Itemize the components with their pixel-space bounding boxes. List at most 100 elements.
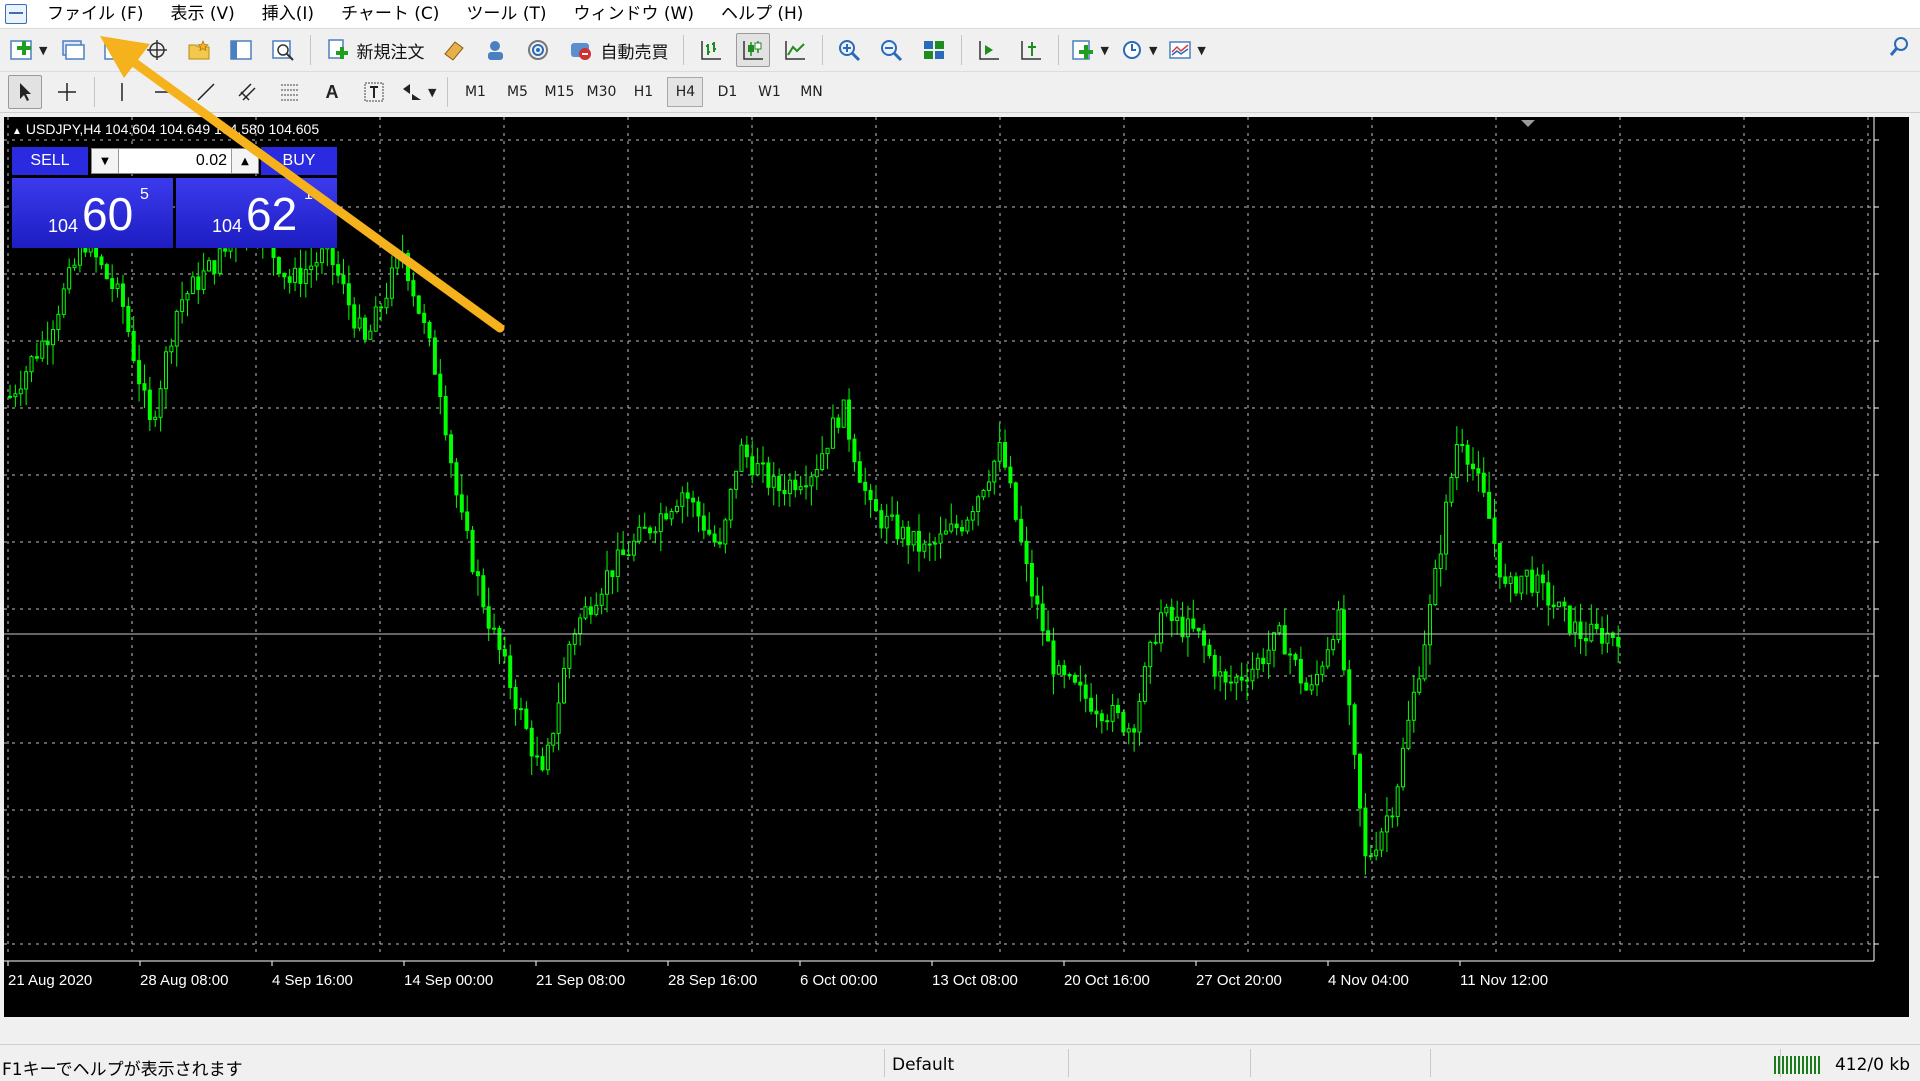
candle-body (303, 269, 308, 284)
buy-price-button[interactable]: 104 62 1 (176, 178, 337, 248)
text-button[interactable]: A (315, 75, 349, 109)
menu-window[interactable]: ウィンドウ (W) (561, 0, 708, 28)
terminal-button[interactable] (224, 33, 258, 67)
candle-body (561, 667, 566, 704)
sell-price-button[interactable]: 104 60 5 (12, 178, 173, 248)
cursor-button[interactable] (8, 75, 42, 109)
strategy-tester-button[interactable] (266, 33, 300, 67)
vertical-line-button[interactable] (105, 75, 139, 109)
templates-button[interactable]: ▼ (1166, 33, 1206, 67)
candle-body (1083, 684, 1088, 699)
navigator-button[interactable] (182, 33, 216, 67)
candle-body (110, 278, 115, 290)
candle-body (540, 756, 545, 771)
menu-tools[interactable]: ツール (T) (454, 0, 561, 28)
chevron-down-icon[interactable]: ▼ (39, 44, 47, 57)
candle-body (1540, 574, 1545, 584)
menu-insert[interactable]: 挿入(I) (250, 0, 329, 28)
candle-body (518, 708, 523, 711)
time-axis-label: 14 Sep 00:00 (404, 972, 493, 989)
candlestick-chart[interactable]: 21 Aug 2020 28 Aug 08:00 4 Sep 16:00 14 Sep… (4, 117, 1909, 1017)
candle-body (1476, 468, 1481, 474)
timeframe-mn[interactable]: MN (793, 77, 829, 107)
autotrading-button[interactable]: 自動売買 (563, 33, 673, 67)
candle-body (1110, 704, 1115, 722)
sell-price-prefix: 104 (48, 216, 79, 236)
crosshair-button[interactable] (50, 75, 84, 109)
candle-body (1449, 476, 1454, 503)
metaeditor-button[interactable] (437, 33, 471, 67)
candle-body (1121, 711, 1126, 733)
tile-windows-button[interactable] (917, 33, 951, 67)
menu-view[interactable]: 表示 (V) (158, 0, 249, 28)
candle-body (1406, 719, 1411, 749)
auto-scroll-button[interactable] (972, 33, 1006, 67)
timeframe-h1[interactable]: H1 (625, 77, 661, 107)
candle-body (1411, 691, 1416, 721)
volume-input[interactable]: 0.02 (119, 152, 231, 170)
equidistant-channel-button[interactable] (231, 75, 265, 109)
indicators-button[interactable]: ▼ (1069, 33, 1109, 67)
profiles-button[interactable] (56, 33, 90, 67)
timeframe-m30[interactable]: M30 (583, 77, 619, 107)
candle-body (642, 526, 647, 529)
candle-body (459, 494, 464, 513)
fibonacci-button[interactable] (273, 75, 307, 109)
text-label-button[interactable] (357, 75, 391, 109)
candle-body (293, 267, 298, 283)
search-icon[interactable] (1888, 36, 1910, 62)
candle-body (56, 313, 61, 331)
candle-body (513, 686, 518, 710)
magnifier-chart-icon (272, 40, 295, 61)
candle-body (336, 264, 341, 276)
periods-button[interactable]: ▼ (1118, 33, 1158, 67)
new-order-button[interactable]: 新規注文 (321, 33, 429, 67)
volume-field[interactable]: ▼ 0.02 ▲ (91, 148, 259, 174)
triangle-up-icon[interactable]: ▲ (12, 126, 22, 137)
chevron-down-icon[interactable]: ▼ (1100, 44, 1108, 57)
bar-chart-button[interactable] (694, 33, 728, 67)
zoom-in-button[interactable] (833, 33, 867, 67)
horizontal-line-button[interactable] (147, 75, 181, 109)
sell-button[interactable]: SELL (12, 147, 88, 175)
menu-file[interactable]: ファイル (F) (35, 0, 158, 28)
candle-body (970, 511, 975, 521)
candle-body (1487, 491, 1492, 519)
candle-body (1336, 609, 1341, 641)
zoom-out-icon (881, 40, 903, 62)
trendline-button[interactable] (189, 75, 223, 109)
price-chart[interactable]: 21 Aug 2020 28 Aug 08:00 4 Sep 16:00 14 Sep… (4, 117, 1909, 1017)
menu-chart[interactable]: チャート (C) (329, 0, 454, 28)
chevron-down-icon[interactable]: ▼ (428, 86, 436, 99)
candle-body (180, 299, 185, 312)
zoom-out-button[interactable] (875, 33, 909, 67)
menu-help[interactable]: ヘルプ (H) (709, 0, 818, 28)
line-chart-button[interactable] (778, 33, 812, 67)
signals-button[interactable] (521, 33, 555, 67)
volume-increase-button[interactable]: ▲ (231, 149, 258, 173)
candle-body (836, 417, 841, 428)
timeframe-w1[interactable]: W1 (751, 77, 787, 107)
timeframe-d1[interactable]: D1 (709, 77, 745, 107)
community-button[interactable] (479, 33, 513, 67)
chevron-down-icon[interactable]: ▼ (1149, 44, 1157, 57)
market-watch-button[interactable] (98, 33, 132, 67)
timeframe-m1[interactable]: M1 (457, 77, 493, 107)
arrows-button[interactable]: ▼ (399, 75, 437, 109)
timeframe-m15[interactable]: M15 (541, 77, 577, 107)
app-icon[interactable] (5, 4, 27, 24)
candlestick-button[interactable] (736, 33, 771, 67)
chevron-down-icon[interactable]: ▼ (1197, 44, 1205, 57)
timeframe-m5[interactable]: M5 (499, 77, 535, 107)
candle-body (1255, 657, 1260, 670)
timeframe-h4[interactable]: H4 (667, 77, 704, 107)
candle-body (1524, 569, 1529, 577)
candle-body (664, 513, 669, 520)
data-window-button[interactable] (140, 33, 174, 67)
volume-decrease-button[interactable]: ▼ (92, 149, 119, 173)
chart-shift-button[interactable] (1014, 33, 1048, 67)
buy-button[interactable]: BUY (261, 147, 337, 175)
market-watch-icon (104, 40, 127, 60)
new-chart-button[interactable]: ▼ (8, 33, 48, 67)
candle-body (911, 530, 916, 546)
